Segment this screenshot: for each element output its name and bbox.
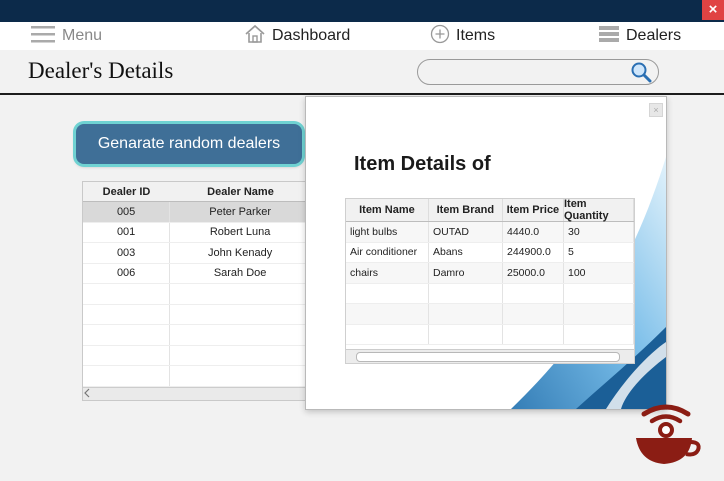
column-header-item-quantity[interactable]: Item Quantity <box>564 198 634 222</box>
dealer-id-cell: 005 <box>83 202 171 222</box>
plus-circle-icon <box>430 24 450 49</box>
nav-dashboard[interactable]: Dashboard <box>244 22 350 50</box>
dialog-title: Item Details of <box>354 153 491 175</box>
table-row[interactable]: chairs Damro 25000.0 100 <box>346 263 634 284</box>
bottom-status-strip <box>0 474 724 481</box>
item-name-cell: chairs <box>346 263 429 283</box>
table-row[interactable]: light bulbs OUTAD 4440.0 30 <box>346 222 634 243</box>
dealer-name-cell: Peter Parker <box>170 202 311 222</box>
dialog-close-button[interactable]: × <box>649 103 663 117</box>
table-row[interactable]: 006 Sarah Doe <box>83 263 311 284</box>
item-price-cell: 4440.0 <box>503 222 564 242</box>
nav-dashboard-label: Dashboard <box>272 27 351 44</box>
empty-row <box>83 325 311 346</box>
scrollbar-thumb[interactable] <box>356 352 620 362</box>
empty-row <box>83 345 311 366</box>
column-header-item-brand[interactable]: Item Brand <box>429 199 503 221</box>
nav-menu-label: Menu <box>62 27 103 44</box>
coffee-wifi-logo <box>636 404 701 464</box>
item-name-cell: Air conditioner <box>346 242 429 262</box>
item-quantity-cell: 30 <box>564 222 634 242</box>
window-titlebar: × <box>0 0 724 22</box>
empty-row <box>83 304 311 325</box>
dealer-table-hscrollbar[interactable] <box>83 387 311 400</box>
title-divider <box>0 93 724 95</box>
home-icon <box>244 24 266 49</box>
page-title: Dealer's Details <box>28 58 174 83</box>
table-row[interactable]: 001 Robert Luna <box>83 222 311 243</box>
item-brand-cell: Damro <box>429 263 503 283</box>
item-quantity-cell: 100 <box>564 263 634 283</box>
table-row[interactable]: Air conditioner Abans 244900.0 5 <box>346 242 634 263</box>
empty-row <box>346 324 634 345</box>
item-table: Item Name Item Brand Item Price Item Qua… <box>345 198 635 364</box>
top-navbar: Menu Dashboard Items Dealers <box>0 22 724 50</box>
nav-items[interactable]: Items <box>430 22 495 50</box>
item-brand-cell: OUTAD <box>429 222 503 242</box>
column-header-dealer-id[interactable]: Dealer ID <box>83 182 170 201</box>
item-quantity-cell: 5 <box>564 242 634 262</box>
nav-dealers[interactable]: Dealers <box>598 22 681 50</box>
item-details-dialog: × Item Details of Item Name Item Brand I… <box>305 96 667 410</box>
empty-row <box>83 366 311 387</box>
empty-row <box>346 283 634 304</box>
empty-row <box>83 284 311 305</box>
item-table-header: Item Name Item Brand Item Price Item Qua… <box>346 198 634 222</box>
dealer-name-cell: John Kenady <box>170 243 311 263</box>
nav-dealers-label: Dealers <box>626 27 682 44</box>
dealer-table-header: Dealer ID Dealer Name <box>83 182 311 202</box>
empty-row <box>346 304 634 325</box>
dealer-name-cell: Robert Luna <box>170 222 311 242</box>
search-icon[interactable] <box>630 61 652 88</box>
stack-icon <box>598 24 620 49</box>
table-row[interactable]: 003 John Kenady <box>83 243 311 264</box>
item-price-cell: 244900.0 <box>503 242 564 262</box>
nav-items-label: Items <box>456 27 496 44</box>
item-brand-cell: Abans <box>429 242 503 262</box>
item-table-hscrollbar[interactable] <box>346 349 634 363</box>
scroll-left-icon[interactable] <box>83 388 91 398</box>
dealer-id-cell: 001 <box>83 222 171 242</box>
item-name-cell: light bulbs <box>346 222 429 242</box>
window-close-button[interactable]: × <box>702 0 724 20</box>
generate-dealers-button[interactable]: Genarate random dealers <box>76 124 302 164</box>
item-table-body: light bulbs OUTAD 4440.0 30 Air conditio… <box>346 222 634 345</box>
search-input[interactable] <box>417 59 659 85</box>
item-price-cell: 25000.0 <box>503 263 564 283</box>
dealer-table: Dealer ID Dealer Name 005 Peter Parker 0… <box>82 181 312 401</box>
column-header-item-price[interactable]: Item Price <box>503 199 564 221</box>
table-row[interactable]: 005 Peter Parker <box>83 202 311 223</box>
column-header-dealer-name[interactable]: Dealer Name <box>170 182 311 201</box>
column-header-item-name[interactable]: Item Name <box>346 199 429 221</box>
dealer-name-cell: Sarah Doe <box>170 263 311 283</box>
nav-menu[interactable]: Menu <box>30 22 102 50</box>
dealer-id-cell: 006 <box>83 263 171 283</box>
dealer-id-cell: 003 <box>83 243 171 263</box>
hamburger-icon <box>30 24 56 49</box>
